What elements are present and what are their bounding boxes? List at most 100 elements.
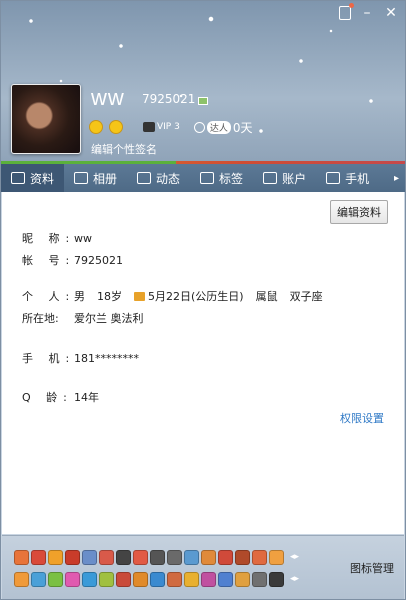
tab-label: 标签: [219, 171, 244, 186]
field-label: 昵 称:: [22, 232, 76, 245]
tab-label: 手机: [345, 171, 370, 186]
vip-label: VIP 3: [157, 122, 180, 132]
photo-icon: [74, 172, 89, 184]
field-value: ww: [74, 231, 92, 245]
row-scroll-arrows[interactable]: ◂▸: [290, 552, 299, 562]
service-badge-icon[interactable]: [65, 549, 80, 565]
tabs-more-arrow[interactable]: ▸: [394, 173, 405, 184]
service-badge-icon[interactable]: [133, 571, 148, 587]
active-days-badge[interactable]: 达人 0天: [193, 119, 253, 136]
smile-icon[interactable]: [109, 120, 123, 134]
field-value: 7925021: [74, 253, 123, 267]
service-badge-icon[interactable]: [235, 549, 250, 565]
service-badge-icon[interactable]: [48, 549, 63, 565]
field-label: 手 机:: [22, 352, 76, 365]
service-badge-icon[interactable]: [269, 549, 284, 565]
tab-phone[interactable]: 手机: [316, 164, 379, 192]
tab-label: 资料: [30, 171, 55, 186]
birthday-text: 5月22日(公历生日): [148, 290, 244, 303]
tab-album[interactable]: 相册: [64, 164, 127, 192]
wallet-icon: [263, 172, 278, 184]
service-badge-icon[interactable]: [201, 571, 216, 587]
badge-icon-grid: ◂▸ ◂▸: [14, 546, 344, 590]
vip-penguin-icon: [143, 122, 155, 132]
phone-icon: [326, 172, 341, 184]
gender: 男: [74, 290, 85, 303]
service-badge-icon[interactable]: [82, 549, 97, 565]
birthday-crown-icon: [134, 291, 145, 301]
skin-icon[interactable]: [339, 3, 354, 20]
permission-settings-link[interactable]: 权限设置: [340, 410, 384, 426]
service-badge-icon[interactable]: [252, 549, 267, 565]
tab-tags[interactable]: 标签: [190, 164, 253, 192]
tab-profile[interactable]: 资料: [1, 164, 65, 192]
field-label: 个 人:: [22, 290, 76, 303]
service-badge-icon[interactable]: [184, 549, 199, 565]
service-badge-icon[interactable]: [184, 571, 199, 587]
nickname-display: ww: [91, 85, 125, 110]
service-badge-icon[interactable]: [167, 549, 182, 565]
service-badge-icon[interactable]: [31, 571, 46, 587]
constellation: 双子座: [289, 290, 323, 303]
avatar[interactable]: [11, 84, 81, 154]
field-label: 帐 号:: [22, 254, 76, 267]
online-days: 0天: [232, 120, 253, 135]
profile-tab-bar: 资料 相册 动态 标签 账户 手机 ▸: [1, 164, 405, 192]
tab-account[interactable]: 账户: [253, 164, 316, 192]
service-badge-icon[interactable]: [218, 571, 233, 587]
service-badge-icon[interactable]: [218, 549, 233, 565]
badge-icon-bar: ◂▸ ◂▸ 图标管理: [2, 535, 404, 599]
service-badge-icon[interactable]: [65, 571, 80, 587]
window-controls: – ✕: [339, 3, 399, 21]
qage-field: Q 龄: 14年: [22, 389, 99, 405]
age: 18岁: [97, 290, 122, 303]
field-value: 181********: [74, 351, 139, 365]
service-badge-icon[interactable]: [252, 571, 267, 587]
service-badge-icon[interactable]: [82, 571, 97, 587]
smile-icon[interactable]: [89, 120, 103, 134]
clock-icon: [193, 121, 205, 133]
service-badge-icon[interactable]: [167, 571, 182, 587]
service-badge-icon[interactable]: [133, 549, 148, 565]
signature-edit-link[interactable]: 编辑个性签名: [91, 141, 157, 157]
badge-icon-row: ◂▸: [14, 568, 344, 590]
personal-field: 个 人: 男 18岁 5月22日(公历生日) 属鼠 双子座: [22, 288, 323, 304]
service-badge-icon[interactable]: [31, 549, 46, 565]
icon-manage-button[interactable]: 图标管理: [350, 560, 394, 576]
online-label: 达人: [206, 120, 231, 134]
service-badge-icon[interactable]: [201, 549, 216, 565]
tab-feed[interactable]: 动态: [127, 164, 190, 192]
close-button[interactable]: ✕: [383, 5, 399, 21]
zodiac: 属鼠: [255, 290, 278, 303]
location-field: 所在地: 爱尔兰 奥法利: [22, 310, 144, 326]
service-badge-icon[interactable]: [150, 571, 165, 587]
row-scroll-arrows[interactable]: ◂▸: [290, 574, 299, 584]
tab-label: 账户: [282, 171, 307, 186]
tab-label: 相册: [93, 171, 118, 186]
service-badge-icon[interactable]: [235, 571, 250, 587]
field-label: 所在地:: [22, 312, 59, 325]
service-badge-icon[interactable]: [150, 549, 165, 565]
field-value: 14年: [74, 391, 99, 404]
account-field: 帐 号: 7925021: [22, 252, 123, 268]
nickname-field: 昵 称: ww: [22, 230, 92, 246]
service-badge-icon[interactable]: [99, 549, 114, 565]
service-badge-icon[interactable]: [48, 571, 63, 587]
field-label: Q 龄:: [22, 391, 73, 404]
edit-profile-button[interactable]: 编辑资料: [330, 200, 388, 224]
service-badge-icon[interactable]: [116, 571, 131, 587]
vip-badge[interactable]: VIP 3: [143, 122, 180, 132]
service-badge-icon[interactable]: [116, 549, 131, 565]
qq-number-display: 7925021: [142, 92, 196, 106]
service-badge-icon[interactable]: [269, 571, 284, 587]
service-badge-icon[interactable]: [99, 571, 114, 587]
qq-level-icon: [198, 97, 208, 105]
badge-icon-row: ◂▸: [14, 546, 344, 568]
id-card-icon: [11, 172, 25, 184]
profile-content: 编辑资料 昵 称: ww 帐 号: 7925021 个 人: 男 18岁 5月2…: [2, 192, 404, 534]
profile-window: – ✕ ww 7925021 VIP 3 达人 0天 编辑个性签名 资料 相册: [0, 0, 406, 600]
service-badge-icon[interactable]: [14, 549, 29, 565]
minimize-button[interactable]: –: [359, 5, 375, 21]
service-badge-icon[interactable]: [14, 571, 29, 587]
feed-icon: [137, 172, 152, 184]
